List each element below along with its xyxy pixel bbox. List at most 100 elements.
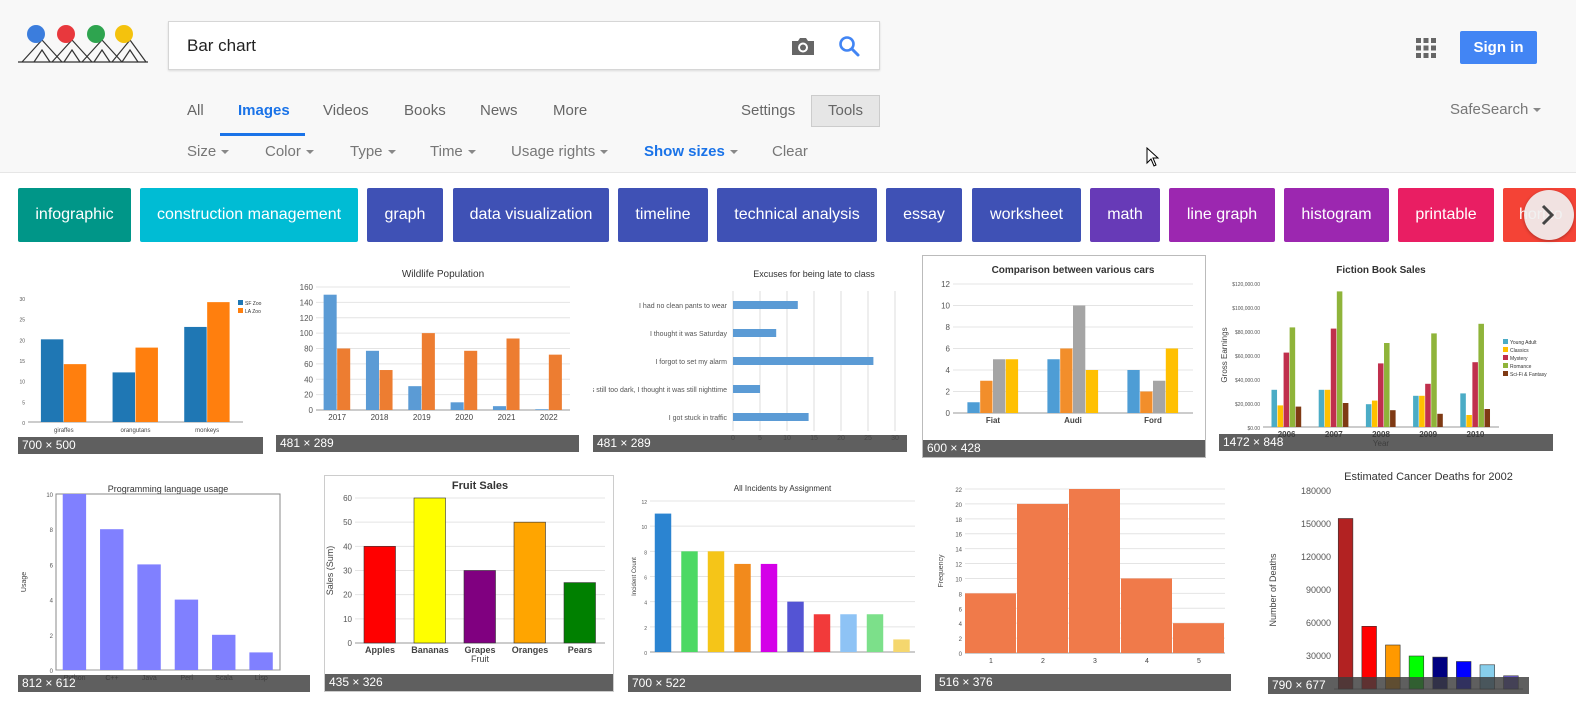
chip-graph[interactable]: graph — [367, 188, 443, 242]
chip-infographic[interactable]: infographic — [18, 188, 131, 242]
caret-down-icon — [600, 150, 609, 155]
bar — [733, 385, 760, 393]
y-tick-label: 22 — [955, 488, 962, 494]
filter-type[interactable]: Type — [350, 143, 396, 160]
image-result-10[interactable]: Estimated Cancer Deaths for 2002 30000 600… — [1268, 464, 1529, 694]
y-tick-label: 10 — [46, 493, 53, 499]
image-result-5[interactable]: Fiction Book Sales $0.00 $20,000.00 $40,000… — [1219, 259, 1553, 451]
chip-line-graph[interactable]: line graph — [1169, 188, 1275, 242]
x-tick-label: Oranges — [512, 645, 549, 655]
x-tick-label: Fiat — [986, 416, 1001, 425]
image-result-2[interactable]: Wildlife Population 0 20 40 60 80 100 120 140 160… — [276, 259, 579, 452]
tab-all[interactable]: All — [187, 102, 204, 119]
bar — [421, 333, 435, 410]
bar — [1047, 359, 1060, 413]
y-tick-label: I had no clean pants to wear — [639, 303, 728, 310]
legend-label: Sci-Fi & Fantasy — [1510, 372, 1547, 378]
apps-grid-icon[interactable] — [1416, 38, 1436, 58]
search-icon[interactable] — [837, 34, 861, 58]
bar — [1365, 404, 1372, 427]
image-result-6[interactable]: Programming language usage0246810UsagePy… — [18, 480, 310, 692]
filter-time[interactable]: Time — [430, 143, 476, 160]
bar — [249, 652, 273, 670]
y-axis-label: Sales (Sum) — [325, 546, 335, 596]
x-tick-label: Bananas — [411, 645, 449, 655]
y-tick-label: 18 — [955, 518, 962, 524]
filter-usage-rights[interactable]: Usage rights — [511, 143, 609, 160]
tab-more[interactable]: More — [553, 102, 587, 119]
bar — [1289, 327, 1296, 427]
bar — [1466, 415, 1472, 427]
bar — [62, 494, 87, 670]
bar-chart-thumbnail: All Incidents by Assignment 0 2 4 6 8 10 12 Inci… — [632, 484, 915, 657]
tab-videos[interactable]: Videos — [323, 102, 369, 119]
site-logo[interactable] — [18, 22, 148, 64]
image-size-label: 516 × 376 — [935, 674, 1231, 691]
bar-chart-thumbnail: Comparison between various cars 0 2 4 6 8 10 12… — [941, 265, 1193, 425]
camera-icon[interactable] — [790, 35, 816, 57]
image-size-label: 481 × 289 — [276, 435, 579, 452]
chip-technical-analysis[interactable]: technical analysis — [717, 188, 877, 242]
filter-size[interactable]: Size — [187, 143, 230, 160]
chart-title: Fiction Book Sales — [1336, 265, 1426, 276]
y-tick-label: 10 — [343, 615, 352, 624]
y-tick-label: 40 — [304, 375, 313, 384]
tab-books[interactable]: Books — [404, 102, 446, 119]
caret-down-icon — [387, 150, 396, 155]
search-box[interactable]: Bar chart — [168, 21, 880, 70]
chart-title: Comparison between various cars — [992, 265, 1155, 276]
settings-link[interactable]: Settings — [741, 102, 795, 119]
caret-down-icon — [221, 150, 230, 155]
bar — [1460, 393, 1466, 427]
y-tick-label: $20,000.00 — [1235, 402, 1260, 408]
image-result-7[interactable]: Fruit Sales 0 10 20 30 40 50 60 Sales (Sum) Apple… — [324, 475, 614, 692]
y-tick-label: I forgot to set my alarm — [655, 359, 727, 366]
bar — [40, 339, 64, 422]
y-tick-label: 60000 — [1306, 618, 1331, 628]
x-tick-label: Apples — [365, 645, 395, 655]
chip-essay[interactable]: essay — [886, 188, 962, 242]
tools-button[interactable]: Tools — [811, 95, 880, 127]
image-size-label: 435 × 326 — [325, 674, 613, 691]
tab-images[interactable]: Images — [238, 102, 290, 119]
bar — [513, 521, 546, 644]
chip-printable[interactable]: printable — [1398, 188, 1494, 242]
sign-in-button[interactable]: Sign in — [1460, 31, 1537, 64]
bar — [1336, 291, 1343, 427]
search-input[interactable]: Bar chart — [187, 36, 256, 56]
bar — [363, 546, 396, 644]
x-tick-label: 2022 — [540, 413, 558, 422]
legend-swatch — [1503, 355, 1508, 360]
image-result-4[interactable]: Comparison between various cars 0 2 4 6 8 10 12… — [922, 255, 1206, 458]
chips-next-button[interactable] — [1524, 190, 1574, 240]
image-result-8[interactable]: All Incidents by Assignment 0 2 4 6 8 10 12 Inci… — [628, 479, 921, 692]
image-result-3[interactable]: Excuses for being late to class051015202… — [593, 259, 907, 452]
legend-label: Classics — [1510, 348, 1529, 354]
chip-histogram[interactable]: histogram — [1284, 188, 1389, 242]
bar-chart-thumbnail: Excuses for being late to class051015202… — [593, 269, 899, 442]
bar-chart-thumbnail: Fiction Book Sales $0.00 $20,000.00 $40,000… — [1220, 265, 1547, 448]
chip-construction-management[interactable]: construction management — [140, 188, 358, 242]
image-result-1[interactable]: 0 5 10 15 20 25 30 giraffes orangutans monkeys SF … — [18, 278, 263, 454]
y-tick-label: $120,000.00 — [1232, 282, 1260, 288]
tab-news[interactable]: News — [480, 102, 518, 119]
x-tick-label: 3 — [1093, 658, 1097, 665]
image-result-9[interactable]: 0 2 4 6 8 10 12 14 16 18 20 22 Frequency 1 2 3 4 5 516 × 3… — [935, 481, 1231, 691]
bar — [1153, 380, 1166, 413]
safesearch-menu[interactable]: SafeSearch — [1450, 101, 1542, 118]
chip-worksheet[interactable]: worksheet — [972, 188, 1081, 242]
chip-data-visualization[interactable]: data visualization — [453, 188, 609, 242]
filter-show-sizes[interactable]: Show sizes — [644, 143, 738, 160]
y-tick-label: 140 — [300, 298, 314, 307]
filter-clear[interactable]: Clear — [772, 143, 808, 160]
bar — [1377, 363, 1384, 427]
bar — [813, 614, 831, 652]
bar — [1283, 352, 1290, 427]
chip-timeline[interactable]: timeline — [618, 188, 708, 242]
x-tick-label: Audi — [1064, 416, 1082, 425]
bar — [112, 372, 135, 422]
chip-math[interactable]: math — [1090, 188, 1160, 242]
bar — [1277, 405, 1284, 427]
filter-color[interactable]: Color — [265, 143, 314, 160]
bar — [337, 348, 351, 410]
